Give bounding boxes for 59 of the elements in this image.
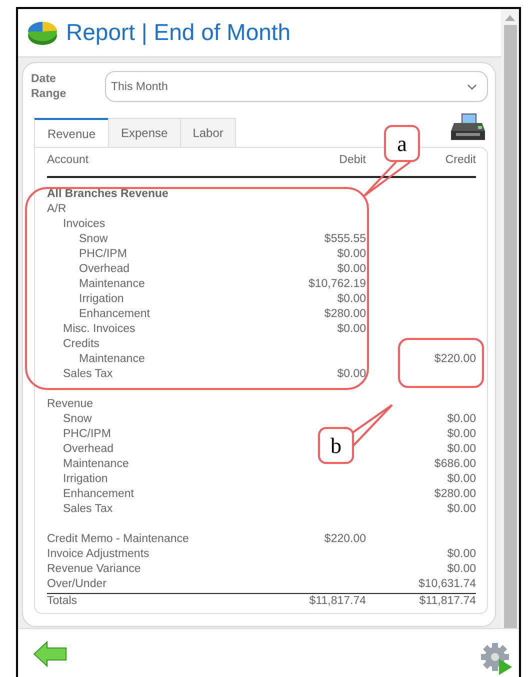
account-cell: Sales Tax bbox=[63, 368, 113, 380]
date-range-select[interactable]: This Month bbox=[105, 71, 488, 102]
credit-cell: $0.00 bbox=[447, 413, 476, 425]
account-cell: Invoices bbox=[63, 218, 106, 230]
account-cell: Enhancement bbox=[63, 488, 134, 500]
column-header: Credit bbox=[444, 153, 476, 168]
debit-cell: $0.00 bbox=[337, 323, 366, 335]
account-cell: PHC/IPM bbox=[63, 428, 111, 440]
debit-cell: $0.00 bbox=[337, 263, 366, 275]
credit-cell: $0.00 bbox=[447, 473, 476, 485]
column-header: Account bbox=[47, 153, 90, 168]
account-cell: PHC/IPM bbox=[79, 248, 127, 260]
credit-cell: $0.00 bbox=[447, 503, 476, 515]
account-cell: Irrigation bbox=[63, 473, 108, 485]
account-cell: Snow bbox=[79, 233, 108, 245]
account-cell: Maintenance bbox=[79, 353, 145, 365]
credit-cell: $0.00 bbox=[447, 428, 476, 440]
account-cell: Maintenance bbox=[63, 458, 129, 470]
account-cell: Revenue Variance bbox=[47, 563, 141, 575]
debit-cell: $0.00 bbox=[337, 368, 366, 380]
debit-cell: $280.00 bbox=[324, 308, 366, 320]
tab[interactable]: Revenue bbox=[34, 118, 109, 147]
credit-cell: $0.00 bbox=[447, 548, 476, 560]
account-cell: A/R bbox=[47, 203, 66, 215]
account-cell: Credit Memo - Maintenance bbox=[47, 533, 189, 545]
account-cell: Enhancement bbox=[79, 308, 150, 320]
credit-cell: $280.00 bbox=[434, 488, 476, 500]
callout-label: a bbox=[384, 125, 420, 162]
credit-cell: $686.00 bbox=[434, 458, 476, 470]
tab[interactable]: Labor bbox=[180, 118, 236, 147]
callout-label: b bbox=[318, 427, 354, 464]
column-header: Debit bbox=[338, 153, 366, 168]
account-cell: Revenue bbox=[47, 398, 94, 410]
account-cell: Misc. Invoices bbox=[63, 323, 136, 335]
section-title: All Branches Revenue bbox=[47, 187, 170, 202]
account-cell: Invoice Adjustments bbox=[47, 548, 150, 560]
credit-total: $11,817.74 bbox=[419, 595, 476, 607]
credit-cell: $220.00 bbox=[434, 353, 476, 365]
debit-cell: $10,762.19 bbox=[308, 278, 366, 290]
page-title: Report | End of Month bbox=[66, 19, 291, 46]
tab[interactable]: Expense bbox=[108, 118, 181, 147]
account-cell: Sales Tax bbox=[63, 503, 113, 515]
account-cell: Snow bbox=[63, 413, 92, 425]
totals-label: Totals bbox=[47, 595, 78, 607]
credit-cell: $0.00 bbox=[447, 563, 476, 575]
debit-cell: $0.00 bbox=[337, 248, 366, 260]
account-cell: Overhead bbox=[63, 443, 114, 455]
credit-cell: $10,631.74 bbox=[418, 578, 476, 590]
debit-cell: $220.00 bbox=[324, 533, 366, 545]
account-cell: Irrigation bbox=[79, 293, 124, 305]
account-cell: Credits bbox=[63, 338, 100, 350]
account-cell: Maintenance bbox=[79, 278, 145, 290]
debit-cell: $0.00 bbox=[337, 293, 366, 305]
debit-total: $11,817.74 bbox=[309, 595, 366, 607]
account-cell: Over/Under bbox=[47, 578, 106, 590]
debit-cell: $555.55 bbox=[324, 233, 366, 245]
account-cell: Overhead bbox=[79, 263, 130, 275]
credit-cell: $0.00 bbox=[447, 443, 476, 455]
date-range-label: Date Range bbox=[31, 72, 68, 102]
